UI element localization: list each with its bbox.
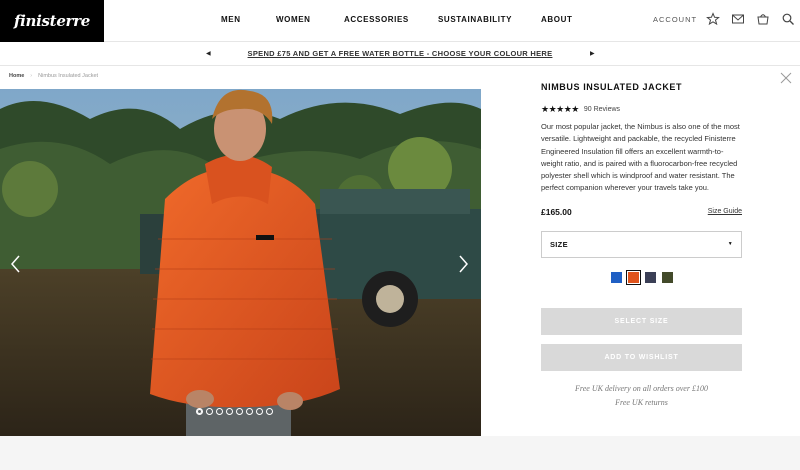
nav-accessories[interactable]: ACCESSORIES [344, 15, 409, 24]
nav-sustainability[interactable]: SUSTAINABILITY [438, 15, 512, 24]
finisterre-logo[interactable]: finisterre [0, 0, 104, 42]
nav-women[interactable]: WOMEN [276, 15, 311, 24]
carousel-dot[interactable] [206, 408, 213, 415]
select-size-button[interactable]: SELECT SIZE [541, 307, 742, 335]
product-photo [0, 89, 481, 436]
returns-note: Free UK returns [615, 397, 668, 407]
colour-swatch-olive[interactable] [661, 271, 673, 283]
size-select[interactable]: SIZE ▼ [541, 230, 742, 258]
breadcrumb-current: Nimbus Insulated Jacket [38, 73, 99, 79]
colour-swatch-orange[interactable] [625, 269, 641, 285]
breadcrumb: Home › Nimbus Insulated Jacket [9, 73, 98, 79]
product-description: Our most popular jacket, the Nimbus is a… [541, 122, 740, 193]
carousel-dot[interactable] [226, 408, 233, 415]
carousel-prev-icon[interactable] [9, 255, 23, 273]
footer-strip [0, 436, 800, 470]
carousel-dot[interactable] [256, 408, 263, 415]
carousel-dot[interactable] [216, 408, 223, 415]
reviews-link[interactable]: 90 Reviews [584, 106, 620, 113]
logo-text: finisterre [13, 12, 91, 30]
colour-swatch-blue[interactable] [610, 271, 622, 283]
carousel-dot[interactable] [266, 408, 273, 415]
promo-bar: ◀ SPEND £75 AND GET A FREE WATER BOTTLE … [0, 43, 800, 66]
promo-next-icon[interactable]: ▶ [590, 50, 595, 57]
carousel-dots [196, 408, 273, 415]
promo-link[interactable]: SPEND £75 AND GET A FREE WATER BOTTLE - … [0, 49, 800, 58]
breadcrumb-home[interactable]: Home [9, 73, 24, 79]
product-image-carousel[interactable] [0, 89, 481, 436]
nav-about[interactable]: ABOUT [541, 15, 572, 24]
product-title: NIMBUS INSULATED JACKET [541, 82, 683, 90]
chevron-down-icon: ▼ [727, 241, 733, 248]
carousel-dot[interactable] [196, 408, 203, 415]
star-icon[interactable] [706, 12, 720, 26]
product-price: £165.00 [541, 206, 572, 217]
delivery-note: Free UK delivery on all orders over £100 [575, 383, 708, 393]
site-header: finisterre MEN WOMEN ACCESSORIES SUSTAIN… [0, 0, 800, 42]
nav-men[interactable]: MEN [221, 15, 241, 24]
carousel-next-icon[interactable] [456, 255, 470, 273]
carousel-dot[interactable] [246, 408, 253, 415]
basket-icon[interactable] [756, 12, 770, 26]
size-select-label: SIZE [550, 239, 568, 249]
product-rating[interactable]: ★★★★★ 90 Reviews [541, 104, 742, 115]
rating-stars: ★★★★★ [541, 104, 579, 114]
size-guide-link[interactable]: Size Guide [708, 208, 742, 215]
breadcrumb-separator: › [30, 73, 33, 79]
product-info-panel: NIMBUS INSULATED JACKET ★★★★★ 90 Reviews… [541, 82, 742, 407]
carousel-dot[interactable] [236, 408, 243, 415]
account-link[interactable]: ACCOUNT [653, 15, 697, 24]
search-icon[interactable] [781, 12, 795, 26]
add-to-wishlist-button[interactable]: ADD TO WISHLIST [541, 343, 742, 371]
colour-swatches [541, 269, 742, 285]
price-row: £165.00 Size Guide [541, 207, 742, 217]
mail-icon[interactable] [731, 12, 745, 26]
close-icon[interactable] [780, 72, 792, 84]
colour-swatch-navy[interactable] [644, 271, 656, 283]
